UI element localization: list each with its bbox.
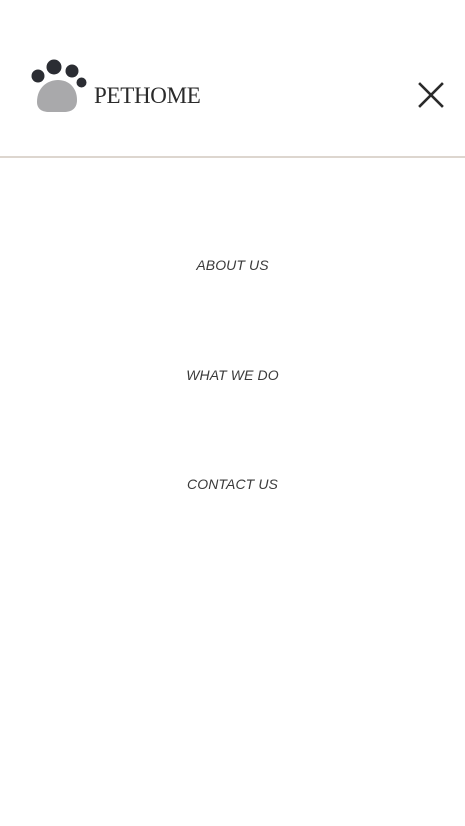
paw-icon — [28, 58, 90, 114]
nav-item-label: ABOUT US — [196, 257, 269, 273]
nav-item-label: CONTACT US — [187, 476, 278, 492]
nav-item-what-we-do[interactable]: WHAT WE DO — [0, 366, 465, 384]
site-header: PETHOME — [0, 0, 465, 158]
close-menu-button[interactable] — [414, 78, 448, 112]
nav-item-about-us[interactable]: ABOUT US — [0, 256, 465, 274]
brand-name: PETHOME — [94, 83, 201, 108]
nav-item-label: WHAT WE DO — [186, 367, 279, 383]
close-icon — [418, 82, 444, 108]
nav-item-contact-us[interactable]: CONTACT US — [0, 475, 465, 493]
